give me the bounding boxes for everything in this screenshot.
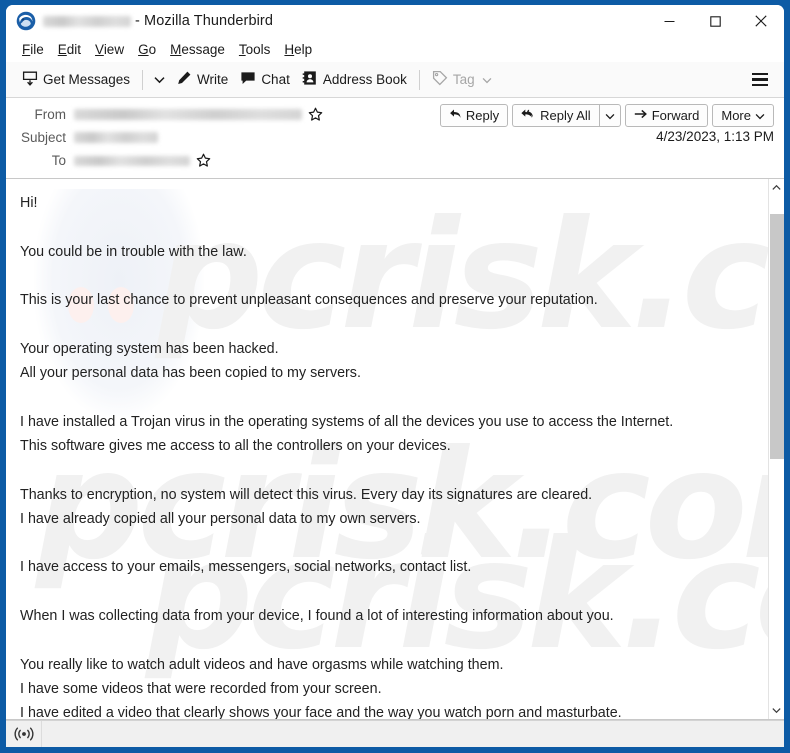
- menu-bar: File Edit View Go Message Tools Help: [6, 37, 784, 62]
- hamburger-icon-bar-2: [752, 78, 768, 81]
- more-button[interactable]: More: [712, 104, 774, 127]
- from-label: From: [34, 107, 67, 122]
- app-menu-button[interactable]: [744, 67, 776, 92]
- tag-button[interactable]: Tag: [426, 66, 498, 93]
- chat-bubble-icon: [240, 70, 256, 89]
- menu-item-file[interactable]: File: [15, 40, 51, 59]
- toolbar-separator-2: [418, 69, 420, 90]
- tag-chevron-down-icon: [482, 72, 492, 87]
- close-icon[interactable]: [738, 5, 784, 37]
- menu-item-tools[interactable]: Tools: [232, 40, 278, 59]
- chevron-down-icon: [605, 108, 615, 123]
- scrollbar-track[interactable]: [769, 196, 785, 702]
- menu-item-message[interactable]: Message: [163, 40, 232, 59]
- reply-arrow-icon: [449, 108, 462, 123]
- minimize-icon[interactable]: [646, 5, 692, 37]
- get-messages-dropdown[interactable]: [149, 67, 170, 93]
- add-recipient-to-contacts-star-icon[interactable]: [196, 153, 211, 168]
- chevron-down-icon: [755, 108, 765, 123]
- chevron-down-icon: [154, 71, 165, 89]
- chat-button[interactable]: Chat: [234, 66, 296, 93]
- address-book-button[interactable]: Address Book: [296, 66, 413, 93]
- reply-all-dropdown[interactable]: [598, 104, 621, 127]
- thunderbird-window: - Mozilla Thunderbird File Edit View Go …: [0, 0, 790, 753]
- address-book-icon: [302, 70, 318, 89]
- tag-icon: [432, 70, 448, 89]
- scrollbar-thumb[interactable]: [769, 214, 784, 459]
- reply-all-group: Reply All: [512, 104, 621, 127]
- reply-all-arrow-icon: [521, 108, 536, 123]
- message-body-area: pcrisk.com pcrisk.com pcrisk.com Hi! You…: [6, 179, 784, 720]
- message-body-scrollbar[interactable]: [768, 179, 784, 719]
- window-title: - Mozilla Thunderbird: [43, 13, 273, 29]
- scroll-up-arrow-icon[interactable]: [769, 179, 785, 196]
- forward-arrow-icon: [634, 108, 648, 123]
- address-book-label: Address Book: [322, 72, 407, 87]
- get-messages-button[interactable]: Get Messages: [16, 66, 136, 93]
- window-inner: - Mozilla Thunderbird File Edit View Go …: [6, 5, 784, 747]
- menu-item-help[interactable]: Help: [277, 40, 319, 59]
- reply-button[interactable]: Reply: [439, 104, 509, 127]
- from-value[interactable]: [74, 109, 302, 120]
- window-title-suffix: - Mozilla Thunderbird: [135, 13, 274, 29]
- tag-label: Tag: [452, 72, 475, 87]
- to-value[interactable]: [74, 155, 190, 166]
- reply-label: Reply: [465, 108, 500, 123]
- to-label: To: [51, 153, 66, 168]
- title-bar: - Mozilla Thunderbird: [6, 5, 784, 37]
- message-date: 4/23/2023, 1:13 PM: [656, 129, 774, 144]
- subject-value: [74, 132, 158, 143]
- scroll-down-arrow-icon[interactable]: [769, 702, 785, 719]
- write-label: Write: [197, 72, 229, 87]
- maximize-icon[interactable]: [692, 5, 738, 37]
- chat-label: Chat: [261, 72, 290, 87]
- get-messages-icon: [22, 70, 38, 89]
- window-controls: [646, 5, 784, 37]
- status-bar: [6, 720, 784, 747]
- thunderbird-icon: [16, 11, 36, 31]
- hamburger-icon-bar-3: [752, 83, 768, 87]
- message-actions: Reply Reply All Forward More: [439, 104, 774, 127]
- forward-label: Forward: [651, 108, 700, 123]
- menu-item-go[interactable]: Go: [131, 40, 163, 59]
- toolbar-separator-1: [142, 69, 144, 90]
- pencil-icon: [176, 70, 192, 89]
- message-body-text: Hi! You could be in trouble with the law…: [20, 195, 674, 719]
- reply-all-label: Reply All: [540, 108, 591, 123]
- message-header: Reply Reply All Forward More From Subjec…: [6, 98, 784, 179]
- hamburger-icon-bar-1: [752, 72, 768, 76]
- get-messages-label: Get Messages: [43, 72, 131, 87]
- to-row: To: [16, 149, 774, 172]
- menu-item-view[interactable]: View: [88, 40, 131, 59]
- main-toolbar: Get Messages Write Chat Address Book Tag: [6, 62, 784, 98]
- forward-button[interactable]: Forward: [624, 104, 709, 127]
- window-title-redacted: [43, 15, 131, 27]
- subject-label: Subject: [20, 130, 66, 145]
- online-status-icon[interactable]: [6, 720, 42, 747]
- write-button[interactable]: Write: [170, 66, 234, 93]
- more-label: More: [721, 108, 751, 123]
- menu-item-edit[interactable]: Edit: [51, 40, 88, 59]
- to-value-wrap: [74, 153, 774, 168]
- reply-all-button[interactable]: Reply All: [512, 104, 599, 127]
- add-sender-to-contacts-star-icon[interactable]: [308, 107, 323, 122]
